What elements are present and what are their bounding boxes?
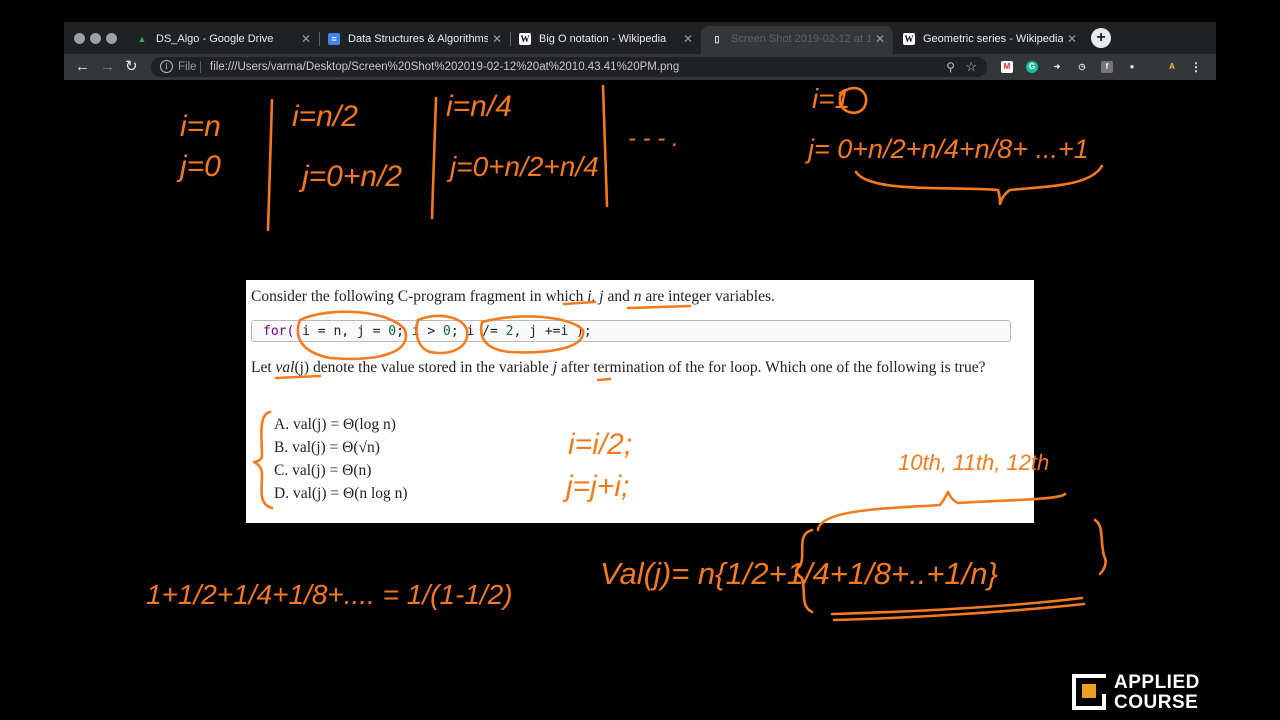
answer-options: A. val(j) = Θ(log n) B. val(j) = Θ(√n) C… [274, 413, 408, 505]
applied-course-logo: APPLIED COURSE [1072, 672, 1212, 714]
wikipedia-icon: W [519, 33, 531, 45]
option-d: D. val(j) = Θ(n log n) [274, 485, 408, 502]
close-tab-icon[interactable]: ✕ [301, 26, 311, 52]
clock-extension-icon[interactable]: ◷ [1076, 61, 1088, 73]
file-icon: ▯ [714, 34, 720, 44]
close-tab-icon[interactable]: ✕ [492, 26, 502, 52]
question-text: Let val(j) denote the value stored in th… [251, 359, 986, 376]
window-controls[interactable] [74, 31, 122, 49]
close-tab-icon[interactable]: ✕ [1067, 26, 1077, 52]
menu-kebab-icon[interactable]: ⋮ [1190, 61, 1202, 73]
browser-toolbar: ← → ↻ i File file:///Users/varma/Desktop… [64, 54, 1216, 80]
tab-geometric-series[interactable]: W Geometric series - Wikipedia ✕ [893, 26, 1085, 54]
acrobat-icon[interactable]: A [1166, 61, 1178, 73]
google-docs-icon: ≡ [328, 33, 340, 45]
arrow-extension-icon[interactable]: ➜ [1051, 61, 1063, 73]
question-intro: Consider the following C-program fragmen… [251, 288, 775, 305]
reload-icon[interactable]: ↻ [125, 58, 138, 76]
close-tab-icon[interactable]: ✕ [683, 26, 693, 52]
tab-big-o-notation[interactable]: W Big O notation - Wikipedia ✕ [509, 26, 701, 54]
tab-screen-shot[interactable]: ▯ Screen Shot 2019-02-12 at 10. ✕ [701, 26, 893, 54]
option-c: C. val(j) = Θ(n) [274, 462, 372, 479]
image-viewer: Consider the following C-program fragmen… [64, 80, 1216, 662]
logo-line-2: COURSE [1114, 692, 1199, 713]
tab-data-structures[interactable]: ≡ Data Structures & Algorithms C ✕ [318, 26, 510, 54]
option-b: B. val(j) = Θ(√n) [274, 439, 380, 456]
option-a: A. val(j) = Θ(log n) [274, 416, 396, 433]
tab-strip: ▲ DS_Algo - Google Drive ✕ ≡ Data Struct… [64, 22, 1216, 54]
grammarly-icon[interactable]: G [1026, 61, 1038, 73]
browser-window: ▲ DS_Algo - Google Drive ✕ ≡ Data Struct… [64, 22, 1216, 662]
close-tab-icon[interactable]: ✕ [875, 26, 885, 52]
url-text[interactable]: file:///Users/varma/Desktop/Screen%20Sho… [210, 57, 679, 77]
tab-google-drive[interactable]: ▲ DS_Algo - Google Drive ✕ [126, 26, 319, 54]
address-bar[interactable]: i File file:///Users/varma/Desktop/Scree… [151, 57, 987, 77]
bookmark-star-icon[interactable]: ☆ [965, 57, 977, 77]
info-icon[interactable]: i [160, 60, 173, 73]
question-card: Consider the following C-program fragmen… [246, 280, 1034, 523]
google-drive-icon: ▲ [137, 34, 147, 44]
wikipedia-icon: W [903, 33, 915, 45]
code-snippet: for( i = n, j = 0; i > 0; i /= 2, j +=i … [251, 320, 1011, 342]
facebook-icon[interactable]: f [1101, 61, 1113, 73]
gmail-icon[interactable]: M [1001, 61, 1013, 73]
close-window-button[interactable] [74, 33, 85, 44]
zoom-icon[interactable]: ⚲ [946, 57, 955, 77]
back-icon[interactable]: ← [75, 58, 90, 76]
applied-course-logo-icon [1072, 674, 1106, 710]
minimize-window-button[interactable] [90, 33, 101, 44]
forward-icon[interactable]: → [100, 58, 115, 76]
github-icon[interactable]: ● [1126, 61, 1138, 73]
new-tab-button[interactable]: + [1091, 28, 1111, 48]
maximize-window-button[interactable] [106, 33, 117, 44]
logo-line-1: APPLIED [1114, 672, 1200, 693]
